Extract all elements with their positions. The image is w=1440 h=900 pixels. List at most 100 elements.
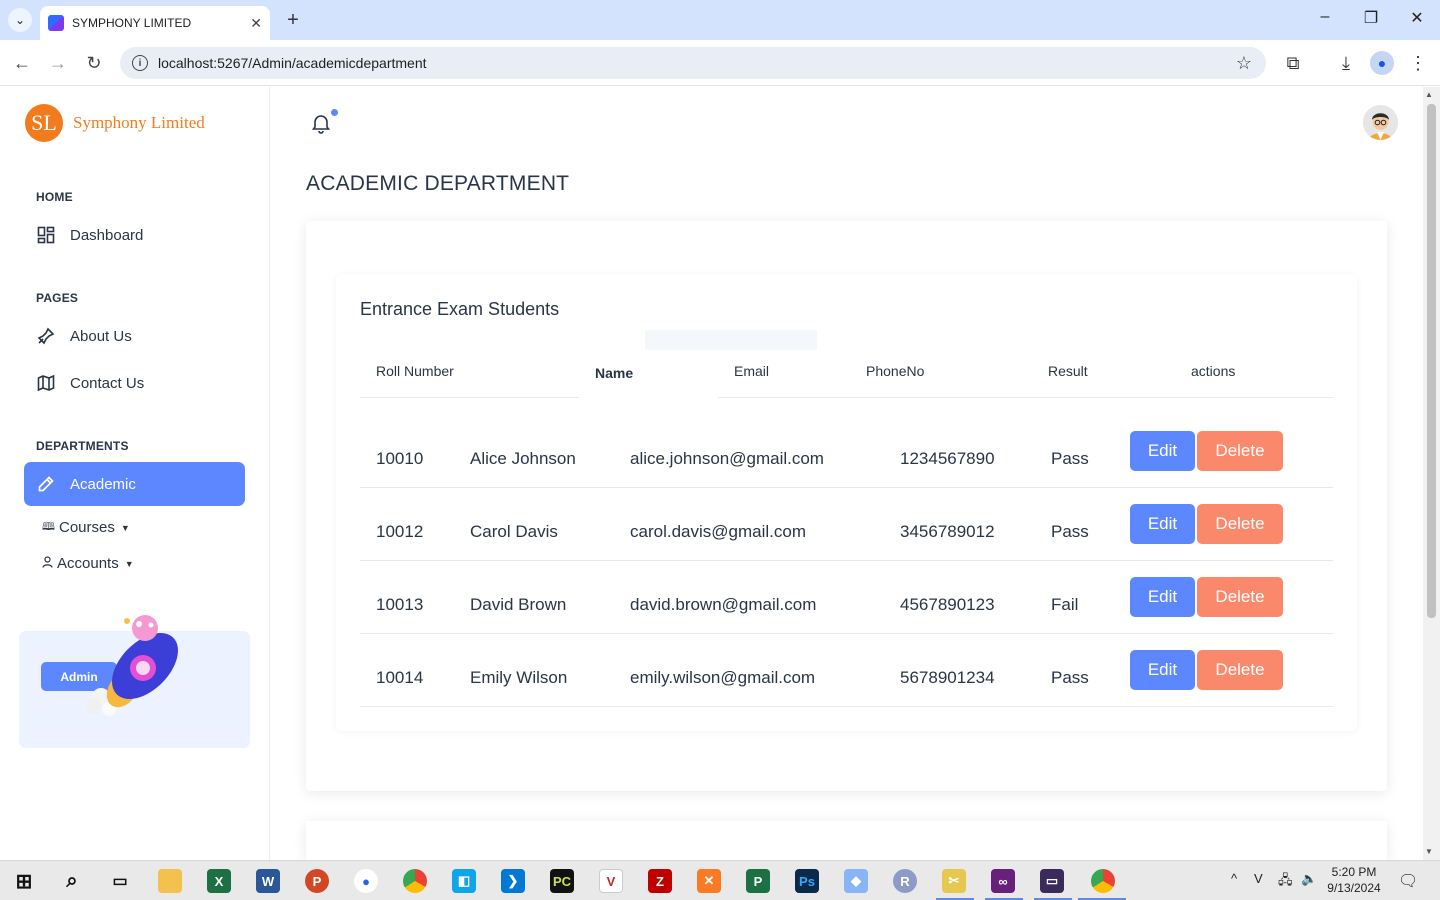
edit-button[interactable]: Edit bbox=[1130, 431, 1195, 471]
new-tab-icon[interactable]: + bbox=[282, 8, 304, 32]
clock-time: 5:20 PM bbox=[1331, 865, 1377, 879]
row-divider bbox=[360, 633, 1333, 634]
sidebar-item-dashboard[interactable]: Dashboard bbox=[24, 213, 245, 257]
cell-name: David Brown bbox=[470, 595, 567, 614]
cell-roll: 10012 bbox=[376, 522, 424, 541]
delete-button[interactable]: Delete bbox=[1197, 431, 1283, 471]
minimize-icon[interactable]: – bbox=[1310, 8, 1340, 26]
map-icon bbox=[36, 373, 56, 393]
network-icon[interactable]: 🖧 bbox=[1278, 871, 1293, 893]
sidebar-item-contact-us[interactable]: Contact Us bbox=[24, 361, 245, 405]
app-icon[interactable]: ● bbox=[354, 869, 378, 893]
browser-tab[interactable]: SYMPHONY LIMITED ✕ bbox=[40, 6, 270, 40]
chrome-active-icon[interactable] bbox=[1091, 869, 1115, 893]
back-icon[interactable]: ← bbox=[10, 52, 34, 74]
site-info-icon[interactable]: i bbox=[132, 55, 148, 71]
sidebar-item-label: Academic bbox=[70, 475, 136, 493]
windows-start-icon[interactable]: ⊞ bbox=[12, 869, 36, 893]
excel-icon[interactable]: X bbox=[207, 869, 231, 893]
delete-button[interactable]: Delete bbox=[1197, 577, 1283, 617]
col-header-name[interactable]: Name bbox=[595, 365, 633, 381]
app-icon[interactable]: V bbox=[599, 869, 623, 893]
cell-phone: 5678901234 bbox=[900, 668, 995, 687]
pencil-icon bbox=[36, 474, 56, 494]
file-explorer-icon[interactable] bbox=[158, 869, 182, 893]
sidebar-item-label: About Us bbox=[70, 327, 132, 345]
accounts-dropdown[interactable]: Accounts ▼ bbox=[42, 555, 134, 572]
card-title: Entrance Exam Students bbox=[360, 299, 560, 319]
browser-profile-icon[interactable]: ● bbox=[1370, 51, 1394, 75]
app-icon[interactable]: ◆ bbox=[844, 869, 868, 893]
tab-search-chevron-icon[interactable]: ⌄ bbox=[8, 8, 32, 32]
bookmark-star-icon[interactable]: ☆ bbox=[1236, 53, 1252, 74]
r-icon[interactable]: R bbox=[893, 869, 917, 893]
restore-icon[interactable]: ❐ bbox=[1356, 8, 1386, 28]
xampp-icon[interactable]: ✕ bbox=[697, 869, 721, 893]
app-icon[interactable]: ✂ bbox=[942, 869, 966, 893]
filezilla-icon[interactable]: Z bbox=[648, 869, 672, 893]
edit-button[interactable]: Edit bbox=[1130, 650, 1195, 690]
address-bar[interactable]: i localhost:5267/Admin/academicdepartmen… bbox=[120, 47, 1266, 79]
cell-result: Pass bbox=[1051, 449, 1089, 468]
delete-button[interactable]: Delete bbox=[1197, 650, 1283, 690]
row-divider bbox=[360, 706, 1333, 707]
delete-button[interactable]: Delete bbox=[1197, 504, 1283, 544]
volume-icon[interactable]: 🔈 bbox=[1301, 871, 1317, 887]
sidebar-item-academic[interactable]: Academic bbox=[24, 462, 245, 506]
tab-title: SYMPHONY LIMITED bbox=[72, 16, 192, 30]
clock-date: 9/13/2024 bbox=[1327, 881, 1381, 895]
word-icon[interactable]: W bbox=[256, 869, 280, 893]
vscode-icon[interactable]: ❯ bbox=[501, 869, 525, 893]
close-window-icon[interactable]: ✕ bbox=[1402, 8, 1432, 28]
header-divider bbox=[360, 397, 579, 398]
scroll-up-icon[interactable]: ▲ bbox=[1425, 90, 1433, 99]
tray-chevron-icon[interactable]: ^ bbox=[1231, 871, 1237, 886]
search-icon[interactable]: ⌕ bbox=[60, 869, 84, 893]
tray-app-icon[interactable]: V bbox=[1254, 871, 1263, 886]
terminal-icon[interactable]: ▭ bbox=[1040, 869, 1064, 893]
reload-icon[interactable]: ↻ bbox=[82, 52, 106, 74]
notifications-icon[interactable]: 🗨 bbox=[1398, 871, 1418, 891]
scroll-down-icon[interactable]: ▼ bbox=[1425, 847, 1433, 856]
cell-email: emily.wilson@gmail.com bbox=[630, 668, 816, 687]
cell-name: Carol Davis bbox=[470, 522, 558, 541]
windows-taskbar: ⊞ ⌕ ▭ X W P ● ◧ ❯ PC V Z ✕ P Ps ◆ R ✂ ∞ … bbox=[0, 860, 1440, 900]
url-text: localhost:5267/Admin/academicdepartment bbox=[158, 55, 427, 71]
edit-button[interactable]: Edit bbox=[1130, 504, 1195, 544]
avatar[interactable] bbox=[1363, 105, 1398, 140]
sidebar-item-about-us[interactable]: About Us bbox=[24, 314, 245, 358]
dropdown-label: Courses bbox=[58, 519, 115, 536]
chrome-icon[interactable] bbox=[403, 869, 427, 893]
task-view-icon[interactable]: ▭ bbox=[108, 869, 132, 893]
close-tab-icon[interactable]: ✕ bbox=[250, 15, 262, 32]
cell-phone: 4567890123 bbox=[900, 595, 995, 614]
row-divider bbox=[360, 487, 1333, 488]
powerpoint-icon[interactable]: P bbox=[305, 869, 329, 893]
app-icon[interactable]: ◧ bbox=[452, 869, 476, 893]
browser-toolbar: ← → ↻ i localhost:5267/Admin/academicdep… bbox=[0, 40, 1440, 86]
notification-dot bbox=[331, 109, 338, 116]
site-favicon-icon bbox=[48, 15, 64, 31]
scroll-thumb[interactable] bbox=[1427, 104, 1436, 618]
dashboard-grid-icon bbox=[36, 225, 56, 245]
courses-dropdown[interactable]: 🕮 Courses ▼ bbox=[42, 518, 130, 537]
extensions-icon[interactable]: ⧉ bbox=[1281, 51, 1305, 75]
visual-studio-icon[interactable]: ∞ bbox=[991, 869, 1015, 893]
photoshop-icon[interactable]: Ps bbox=[795, 869, 819, 893]
forward-icon[interactable]: → bbox=[46, 52, 70, 74]
caret-down-icon: ▼ bbox=[124, 558, 134, 569]
brand-logo[interactable]: SL Symphony Limited bbox=[25, 104, 205, 142]
pycharm-icon[interactable]: PC bbox=[550, 869, 574, 893]
project-icon[interactable]: P bbox=[746, 869, 770, 893]
cell-roll: 10010 bbox=[376, 449, 424, 468]
dropdown-label: Accounts bbox=[57, 555, 119, 572]
col-header-phone: PhoneNo bbox=[866, 363, 925, 379]
download-icon[interactable]: ⤓ bbox=[1334, 51, 1358, 75]
system-clock[interactable]: 5:20 PM 9/13/2024 bbox=[1318, 864, 1390, 896]
browser-menu-icon[interactable]: ⋮ bbox=[1406, 51, 1430, 75]
notification-bell-icon[interactable] bbox=[310, 112, 332, 134]
cell-name: Alice Johnson bbox=[470, 449, 576, 468]
cell-phone: 3456789012 bbox=[900, 522, 995, 541]
user-icon bbox=[42, 556, 53, 571]
edit-button[interactable]: Edit bbox=[1130, 577, 1195, 617]
